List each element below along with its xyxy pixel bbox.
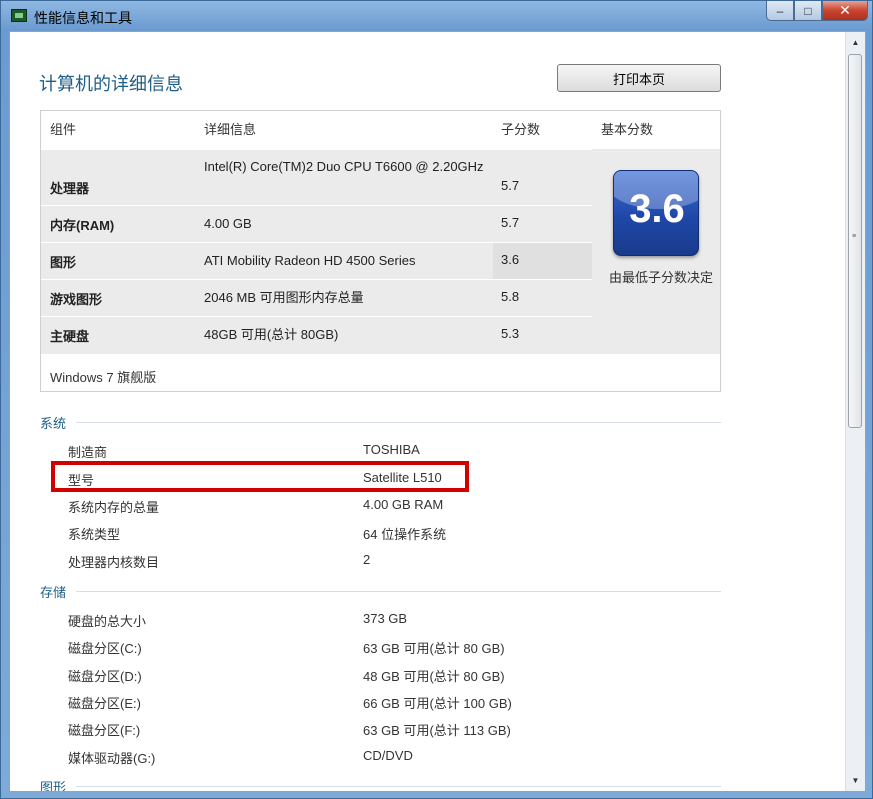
header-details: 详细信息 (204, 122, 257, 137)
row-component: 游戏图形 (50, 292, 103, 307)
section-title-graphics: 图形 (40, 780, 67, 792)
system-label: 处理器内核数目 (68, 555, 160, 570)
scroll-down-arrow-icon[interactable]: ▼ (846, 772, 865, 789)
system-label: 系统类型 (68, 527, 121, 542)
row-component: 图形 (50, 255, 77, 270)
section-divider (76, 591, 721, 592)
windows-edition: Windows 7 旗舰版 (50, 370, 157, 385)
storage-value: 373 GB (363, 611, 408, 626)
score-row-processor: 处理器 Intel(R) Core(TM)2 Duo CPU T6600 @ 2… (41, 149, 592, 205)
performance-app-icon (11, 9, 27, 22)
header-component: 组件 (50, 122, 77, 137)
vertical-scrollbar[interactable]: ▲ ≡ ▼ (845, 32, 865, 791)
row-component: 内存(RAM) (50, 218, 115, 233)
score-row-graphics: 图形 ATI Mobility Radeon HD 4500 Series 3.… (41, 242, 592, 279)
title-bar[interactable]: 性能信息和工具 – □ ✕ (1, 1, 872, 31)
row-details: 2046 MB 可用图形内存总量 (204, 290, 364, 305)
close-button[interactable]: ✕ (822, 1, 868, 21)
minimize-button[interactable]: – (766, 1, 794, 21)
system-value: 2 (363, 552, 371, 567)
section-title-storage: 存储 (40, 585, 67, 600)
system-value: 4.00 GB RAM (363, 497, 444, 512)
row-details: ATI Mobility Radeon HD 4500 Series (204, 253, 416, 268)
system-label: 系统内存的总量 (68, 500, 160, 515)
row-subscore: 3.6 (501, 252, 520, 267)
storage-label: 硬盘的总大小 (68, 614, 147, 629)
window-title: 性能信息和工具 (34, 10, 132, 26)
storage-label: 媒体驱动器(G:) (68, 751, 156, 766)
grip-icon: ≡ (852, 233, 857, 240)
score-row-primary-disk: 主硬盘 48GB 可用(总计 80GB) 5.3 (41, 316, 592, 354)
header-base-score: 基本分数 (601, 122, 654, 137)
system-value: TOSHIBA (363, 442, 420, 457)
section-title-system: 系统 (40, 416, 67, 431)
storage-value: 63 GB 可用(总计 80 GB) (363, 641, 505, 656)
section-divider (76, 422, 721, 423)
storage-value: 66 GB 可用(总计 100 GB) (363, 696, 512, 711)
storage-label: 磁盘分区(E:) (68, 696, 141, 711)
base-score-cell: 3.6 由最低子分数决定 (592, 149, 720, 354)
row-details: 48GB 可用(总计 80GB) (204, 327, 339, 342)
storage-value: 48 GB 可用(总计 80 GB) (363, 669, 505, 684)
content-area: 计算机的详细信息 打印本页 组件 详细信息 子分数 基本分数 处理器 Intel… (9, 31, 866, 792)
scrollbar-thumb[interactable]: ≡ (848, 54, 862, 428)
storage-value: 63 GB 可用(总计 113 GB) (363, 723, 511, 738)
row-component: 主硬盘 (50, 329, 90, 344)
base-score-note: 由最低子分数决定 (609, 270, 714, 285)
scroll-up-arrow-icon[interactable]: ▲ (846, 34, 865, 51)
system-value: 64 位操作系统 (363, 527, 447, 542)
score-table: 组件 详细信息 子分数 基本分数 处理器 Intel(R) Core(TM)2 … (40, 110, 721, 392)
base-score-badge: 3.6 (613, 170, 699, 256)
row-details: 4.00 GB (204, 216, 252, 231)
print-page-button[interactable]: 打印本页 (557, 64, 721, 92)
maximize-button[interactable]: □ (794, 1, 822, 21)
base-score-value: 3.6 (629, 187, 685, 231)
storage-label: 磁盘分区(D:) (68, 669, 142, 684)
row-component: 处理器 (50, 181, 90, 196)
section-divider (76, 786, 721, 787)
system-label: 制造商 (68, 445, 108, 460)
row-subscore: 5.7 (501, 215, 520, 230)
storage-value: CD/DVD (363, 748, 413, 763)
row-subscore: 5.3 (501, 326, 520, 341)
page-title: 计算机的详细信息 (39, 74, 183, 94)
storage-label: 磁盘分区(C:) (68, 641, 142, 656)
model-highlight-box (51, 461, 469, 492)
score-row-gaming-graphics: 游戏图形 2046 MB 可用图形内存总量 5.8 (41, 279, 592, 316)
storage-label: 磁盘分区(F:) (68, 723, 141, 738)
header-subscore: 子分数 (501, 122, 541, 137)
row-details: Intel(R) Core(TM)2 Duo CPU T6600 @ 2.20G… (204, 159, 484, 174)
score-row-memory: 内存(RAM) 4.00 GB 5.7 (41, 205, 592, 242)
window-controls: – □ ✕ (766, 1, 868, 21)
row-subscore: 5.8 (501, 289, 520, 304)
window-frame: 性能信息和工具 – □ ✕ 计算机的详细信息 打印本页 组件 详细信息 子分数 … (0, 0, 873, 799)
row-subscore: 5.7 (501, 178, 520, 193)
